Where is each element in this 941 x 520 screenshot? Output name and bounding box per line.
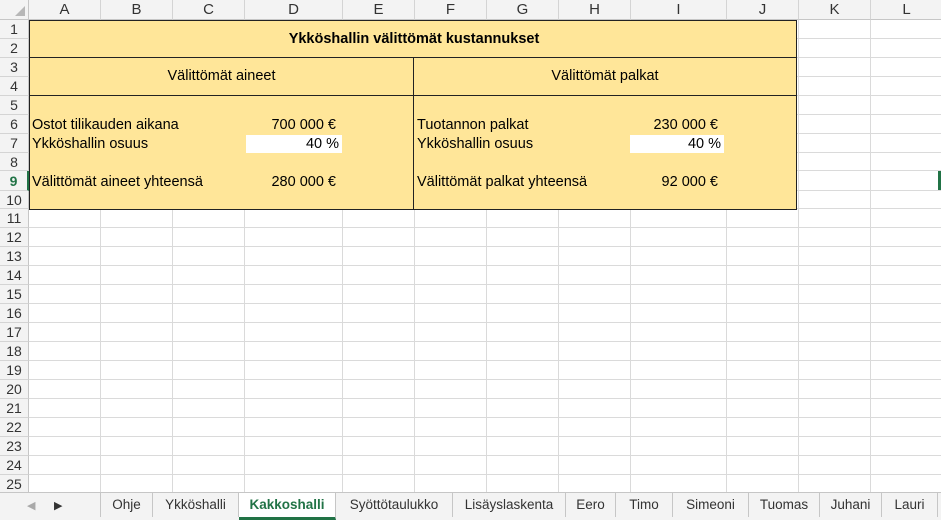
row-header-25[interactable]: 25 — [0, 475, 29, 492]
column-header-f[interactable]: F — [415, 0, 487, 20]
column-header-g[interactable]: G — [487, 0, 559, 20]
sheet-tab-bar: ◀ ▶ Ohje Ykköshalli Kakkoshalli Syöttötaulu… — [0, 492, 941, 520]
row-header-19[interactable]: 19 — [0, 361, 29, 380]
row-header-16[interactable]: 16 — [0, 304, 29, 323]
sheet-tab-timo[interactable]: Timo — [616, 493, 673, 517]
gridline-horizontal — [29, 284, 941, 285]
column-header-e[interactable]: E — [343, 0, 415, 20]
column-header-b[interactable]: B — [101, 0, 173, 20]
row-header-15[interactable]: 15 — [0, 285, 29, 304]
gridline-vertical — [870, 20, 871, 492]
direct-wages-heading: Välittömät palkat — [551, 68, 659, 84]
row-header-13[interactable]: 13 — [0, 247, 29, 266]
row-header-11[interactable]: 11 — [0, 209, 29, 228]
row-header-10[interactable]: 10 — [0, 191, 29, 209]
purchases-label: Ostot tilikauden aikana — [32, 117, 179, 133]
row-header-18[interactable]: 18 — [0, 342, 29, 361]
gridline-horizontal — [29, 265, 941, 266]
gridline-horizontal — [29, 379, 941, 380]
direct-materials-heading: Välittömät aineet — [167, 68, 276, 84]
column-header-a[interactable]: A — [29, 0, 101, 20]
wages-total-label: Välittömät palkat yhteensä — [417, 174, 588, 190]
section-divider — [30, 95, 413, 96]
row-header-12[interactable]: 12 — [0, 228, 29, 247]
row-header-24[interactable]: 24 — [0, 456, 29, 475]
direct-wages-section[interactable]: Välittömät palkat Tuotannon palkat 230 0… — [413, 57, 797, 210]
sheet-title: Ykköshallin välittömät kustannukset — [288, 31, 540, 47]
row-header-14[interactable]: 14 — [0, 266, 29, 285]
share-value[interactable]: 40 % — [246, 136, 339, 152]
gridline-horizontal — [29, 303, 941, 304]
gridline-horizontal — [29, 322, 941, 323]
gridline-horizontal — [29, 436, 941, 437]
column-header-c[interactable]: C — [173, 0, 245, 20]
sheet-tab-tuomas[interactable]: Tuomas — [749, 493, 820, 517]
row-header-3[interactable]: 3 — [0, 58, 29, 77]
row-header-8[interactable]: 8 — [0, 153, 29, 171]
gridline-vertical — [798, 20, 799, 492]
prev-sheet-icon[interactable]: ◀ — [27, 499, 35, 512]
materials-total-value[interactable]: 280 000 € — [246, 174, 336, 190]
sheet-tab-eero[interactable]: Eero — [566, 493, 616, 517]
row-header-6[interactable]: 6 — [0, 115, 29, 134]
column-header-j[interactable]: J — [727, 0, 799, 20]
select-all-corner[interactable] — [0, 0, 29, 20]
sheet-tab-simeoni[interactable]: Simeoni — [673, 493, 749, 517]
column-header-d[interactable]: D — [245, 0, 343, 20]
materials-total-label: Välittömät aineet yhteensä — [32, 174, 203, 190]
production-wages-value[interactable]: 230 000 € — [630, 117, 718, 133]
column-header-h[interactable]: H — [559, 0, 631, 20]
gridline-horizontal — [29, 474, 941, 475]
next-sheet-icon[interactable]: ▶ — [54, 499, 62, 512]
direct-materials-section[interactable]: Välittömät aineet Ostot tilikauden aikan… — [29, 57, 414, 210]
row-header-20[interactable]: 20 — [0, 380, 29, 399]
row-header-5[interactable]: 5 — [0, 96, 29, 115]
section-divider — [414, 95, 796, 96]
column-header-i[interactable]: I — [631, 0, 727, 20]
share-label: Ykköshallin osuus — [32, 136, 149, 152]
share-label: Ykköshallin osuus — [417, 136, 534, 152]
gridline-horizontal — [29, 246, 941, 247]
sheet-tab-ykköshalli[interactable]: Ykköshalli — [153, 493, 239, 517]
sheet-tab-ohje[interactable]: Ohje — [101, 493, 153, 517]
row-header-22[interactable]: 22 — [0, 418, 29, 437]
purchases-value[interactable]: 700 000 € — [246, 117, 336, 133]
row-header-2[interactable]: 2 — [0, 39, 29, 58]
gridline-horizontal — [29, 360, 941, 361]
row-header-23[interactable]: 23 — [0, 437, 29, 456]
gridline-horizontal — [29, 341, 941, 342]
wages-total-value[interactable]: 92 000 € — [630, 174, 718, 190]
sheet-tab-lisäyslaskenta[interactable]: Lisäyslaskenta — [453, 493, 566, 517]
sheet-tab-kakkoshalli[interactable]: Kakkoshalli — [239, 493, 336, 520]
production-wages-label: Tuotannon palkat — [417, 117, 529, 133]
gridline-horizontal — [29, 455, 941, 456]
row-header-21[interactable]: 21 — [0, 399, 29, 418]
gridline-horizontal — [29, 227, 941, 228]
title-block[interactable]: Ykköshallin välittömät kustannukset — [29, 20, 797, 58]
column-header-l[interactable]: L — [871, 0, 941, 20]
row-header-7[interactable]: 7 — [0, 134, 29, 153]
sheet-tab-juhani[interactable]: Juhani — [820, 493, 882, 517]
share-value[interactable]: 40 % — [630, 136, 721, 152]
row-header-17[interactable]: 17 — [0, 323, 29, 342]
row-header-1[interactable]: 1 — [0, 20, 29, 39]
sheet-tab-syöttötaulukko[interactable]: Syöttötaulukko — [336, 493, 453, 517]
row-header-4[interactable]: 4 — [0, 77, 29, 96]
spreadsheet-grid[interactable]: ABCDEFGHIJKL 1 2 3 4 5 6 7 8 9 10 11 12 13 14 15 16 17 18… — [0, 0, 941, 492]
row-header-9[interactable]: 9 — [0, 171, 29, 191]
gridline-horizontal — [29, 398, 941, 399]
gridline-horizontal — [29, 417, 941, 418]
sheet-tab-lauri[interactable]: Lauri — [882, 493, 938, 517]
column-header-k[interactable]: K — [799, 0, 871, 20]
